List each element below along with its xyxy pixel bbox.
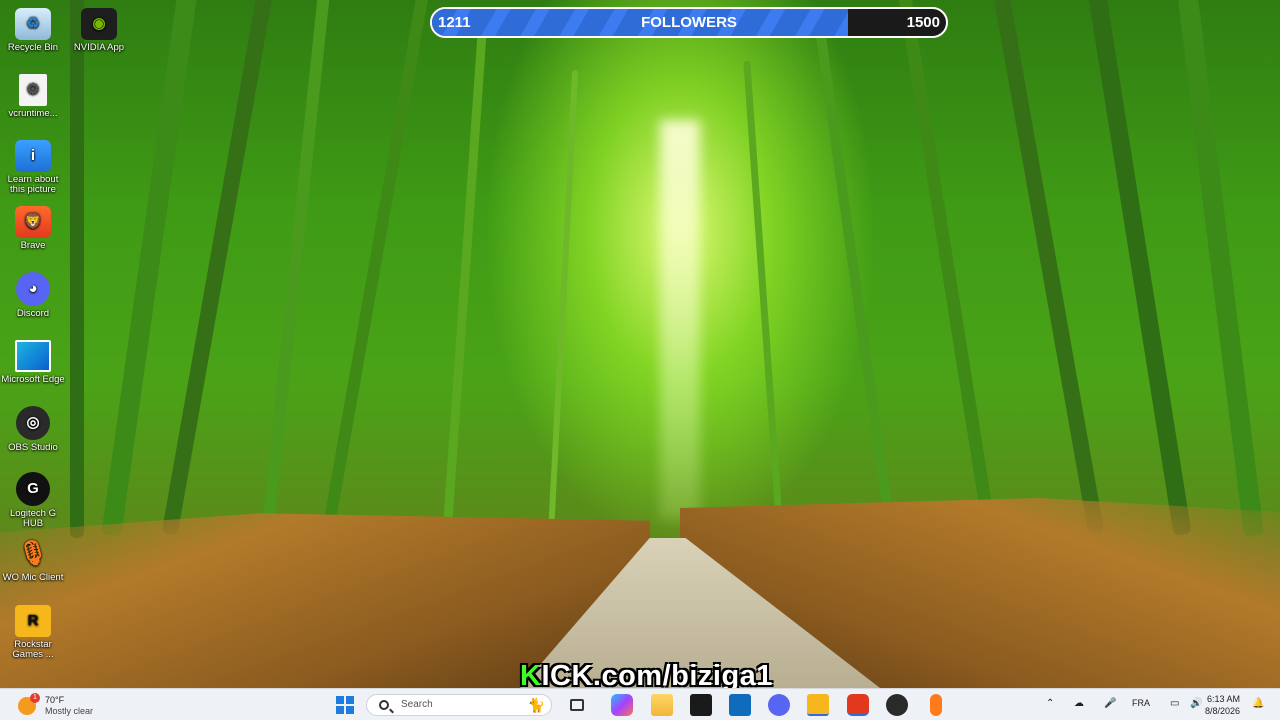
desktop-icon-label: Learn about this picture [7,174,59,195]
discord-taskbar-icon[interactable] [768,694,790,716]
bamboo-stalk [1086,0,1192,536]
desktop-icon-label: Logitech G HUB [10,508,56,529]
desktop-wallpaper [0,0,1280,688]
bamboo-stalk [1176,0,1264,538]
bamboo-stalk [991,0,1105,536]
bamboo-stalk [743,60,784,538]
rockstar-taskbar-icon[interactable] [807,694,829,716]
desktop-icon-wo-mic[interactable]: 🎙 WO Mic Client [0,538,66,583]
edge-icon [15,340,51,372]
desktop-icon-label: Discord [16,308,50,319]
weather-condition: Mostly clear [45,706,94,716]
desktop-icon-edge[interactable]: Microsoft Edge [0,340,66,385]
taskbar-search-box[interactable]: Search 🐈 [366,694,552,716]
desktop-icon-nvidia-app[interactable]: ◉ NVIDIA App [66,8,132,53]
outlook-icon[interactable] [729,694,751,716]
desktop-icon-rockstar[interactable]: R Rockstar Games ... [0,605,66,660]
info-camera-icon: i [15,140,51,172]
search-icon [379,700,389,710]
followers-goal: 1500 [906,14,940,31]
bamboo-stalk [70,0,84,538]
taskbar: 1 70°F Mostly clear Search 🐈 ⌃ ☁ 🎤 FRA ▭… [0,688,1280,720]
taskbar-clock[interactable]: 6:13 AM 8/8/2026 [1192,693,1240,717]
desktop-icon-label: OBS Studio [8,442,58,453]
task-view-icon[interactable] [570,699,584,711]
search-placeholder: Search [401,699,433,710]
search-highlight-icon: 🐈 [527,697,545,713]
desktop-icon-label: WO Mic Client [2,572,64,583]
desktop-icon-vcruntime[interactable]: ⚙ vcruntime... [0,74,66,119]
desktop-icon-label: Rockstar Games ... [12,639,54,660]
discord-icon: ◕ [16,272,50,306]
desktop-icon-brave[interactable]: 🦁 Brave [0,206,66,251]
bamboo-stalk [260,0,332,538]
rockstar-icon: R [15,605,51,637]
nvidia-icon: ◉ [81,8,117,40]
obs-icon: ◎ [16,406,50,440]
store-icon[interactable] [690,694,712,716]
copilot-icon[interactable] [611,694,633,716]
followers-label: FOLLOWERS [641,14,737,31]
tray-chevron-icon[interactable]: ⌃ [1046,698,1054,709]
sunlight-glow [660,120,700,520]
desktop-icon-label: Microsoft Edge [1,374,65,385]
file-icon: ⚙ [19,74,47,106]
clock-date: 8/8/2026 [1204,706,1240,716]
microphone-taskbar-icon[interactable] [930,694,942,716]
desktop-icon-label: NVIDIA App [73,42,125,53]
weather-temperature: 70°F [45,695,65,705]
desktop-icon-label: Brave [20,240,46,251]
microphone-tray-icon[interactable]: 🎤 [1104,698,1116,709]
file-explorer-icon[interactable] [651,694,673,716]
clock-time: 6:13 AM [1206,694,1240,704]
wifi-icon[interactable]: ▭ [1170,698,1179,709]
followers-goal-bar: 1211 FOLLOWERS 1500 [430,7,948,38]
desktop-icon-label: vcruntime... [8,108,58,119]
logitech-icon: G [16,472,50,506]
microphone-icon: 🎙 [17,540,49,567]
desktop-icon-discord[interactable]: ◕ Discord [0,272,66,319]
bamboo-stalk [547,70,579,538]
recycle-bin-icon: ♻ [15,8,51,40]
desktop-icon-recycle-bin[interactable]: ♻ Recycle Bin [0,8,66,53]
weather-badge: 1 [30,693,40,703]
desktop-icon-learn-about[interactable]: i Learn about this picture [0,140,66,195]
desktop-icon-label: Recycle Bin [7,42,59,53]
network-tray-icon[interactable]: ☁ [1074,698,1084,709]
brave-icon: 🦁 [15,206,51,238]
bamboo-stalk [321,0,431,535]
obs-taskbar-icon[interactable] [886,694,908,716]
brave-taskbar-icon[interactable] [847,694,869,716]
bamboo-stalk [896,0,997,536]
language-indicator[interactable]: FRA [1132,698,1150,708]
start-icon[interactable] [334,694,356,716]
notification-bell-icon[interactable]: 🔔 [1252,698,1264,709]
desktop-icon-logitech[interactable]: G Logitech G HUB [0,472,66,529]
desktop-icon-obs[interactable]: ◎ OBS Studio [0,406,66,453]
bamboo-stalk [442,30,487,538]
bamboo-stalk [814,21,896,537]
